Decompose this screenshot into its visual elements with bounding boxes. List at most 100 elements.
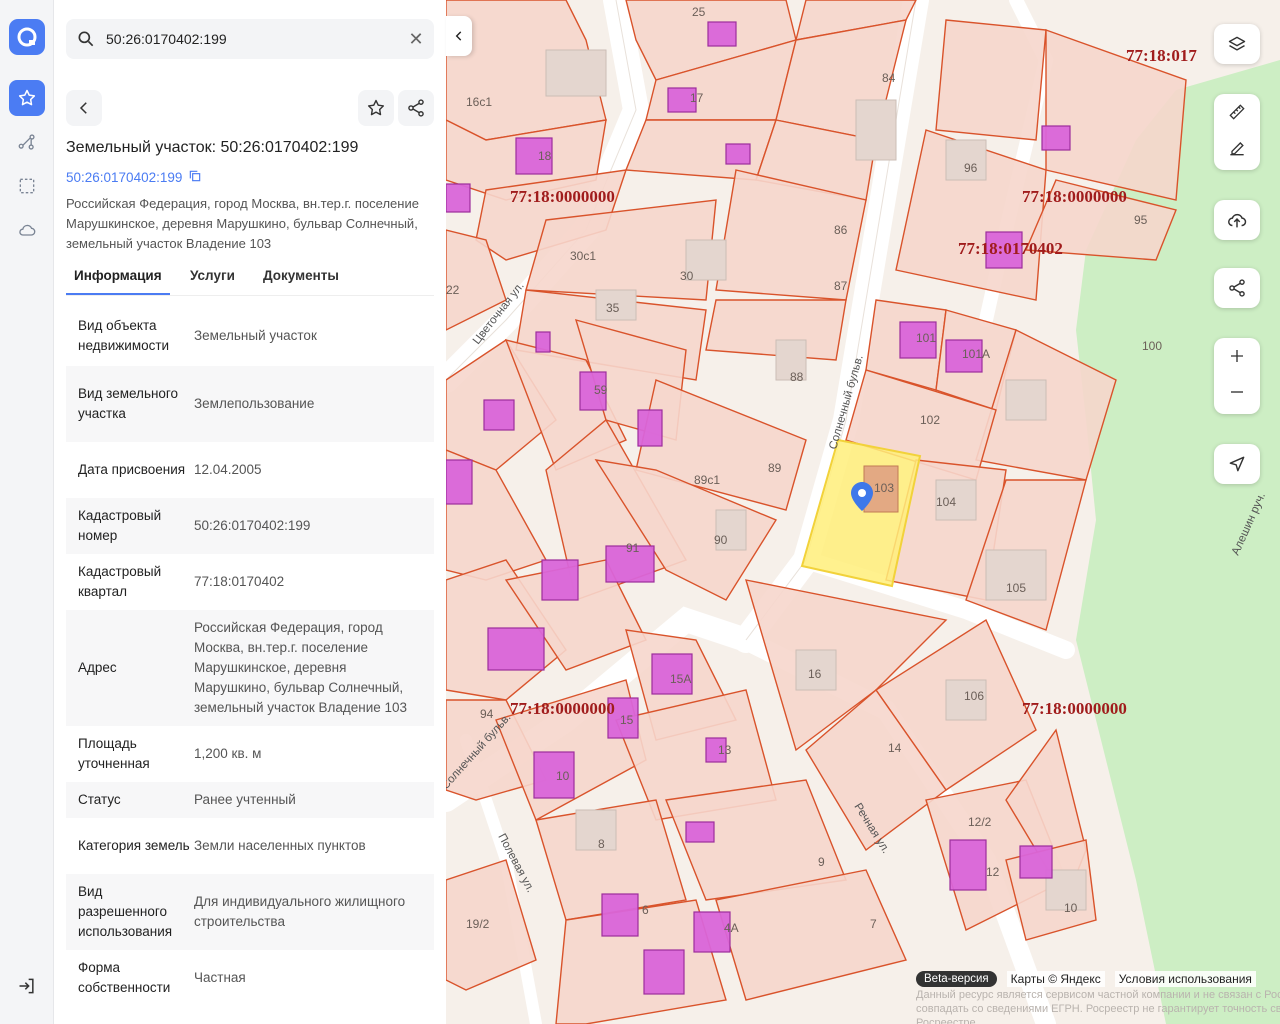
plot-label: 35 [606, 301, 620, 315]
info-row: Статус Ранее учтенный [66, 782, 434, 818]
info-key: Кадастровый квартал [78, 564, 162, 599]
geolocation-control [1214, 444, 1260, 484]
parcel [624, 119, 777, 181]
plot-label: 88 [790, 370, 804, 384]
plot-label: 9 [818, 855, 825, 869]
plot-label: 95 [1134, 213, 1148, 227]
info-row: Адрес Российская Федерация, город Москва,… [66, 610, 434, 726]
quarter-label: 77:18:0000000 [510, 699, 615, 718]
building [446, 459, 473, 505]
info-row: Площадь уточненная 1,200 кв. м [66, 726, 434, 782]
info-row: Категория земель Земли населенных пунктов [66, 818, 434, 874]
beta-badge: Beta-версия [916, 971, 997, 987]
plot-label: 6 [642, 903, 649, 917]
info-key: Адрес [78, 660, 117, 675]
tabs: Информация Услуги Документы [66, 262, 434, 296]
info-key: Площадь уточненная [78, 736, 150, 771]
layers-control [1214, 24, 1260, 64]
plot-label: 18 [538, 149, 552, 163]
plot-label: 4А [724, 921, 739, 935]
info-key: Статус [78, 792, 121, 807]
copy-icon[interactable] [188, 169, 202, 186]
cloud-upload-icon[interactable] [1214, 200, 1260, 240]
search-input[interactable] [106, 19, 396, 59]
share-icon[interactable] [1214, 268, 1260, 308]
info-key: Кадастровый номер [78, 508, 162, 543]
info-value: Земли населенных пунктов [194, 838, 366, 853]
plot-label: 89 [768, 461, 782, 475]
plot-label: 10 [556, 769, 570, 783]
route-nodes-icon[interactable] [9, 124, 45, 160]
building [643, 949, 685, 995]
info-value: Частная [194, 970, 246, 985]
quarter-label: 77:18:017 [1126, 46, 1197, 65]
select-area-icon[interactable] [9, 168, 45, 204]
measure-edit-control [1214, 94, 1260, 170]
info-value: 12.04.2005 [194, 462, 262, 477]
plot-label: 94 [480, 707, 494, 721]
zoom-control [1214, 338, 1260, 414]
plot-label: 12 [986, 865, 1000, 879]
map-canvas[interactable]: 25 84 16с1 17 18 96 95 86 30с1 30 87 35 … [446, 0, 1280, 1024]
upload-control [1214, 200, 1260, 240]
share-map-control [1214, 268, 1260, 308]
quarter-label: 77:18:0170402 [958, 239, 1063, 258]
plot-label: 8 [598, 837, 605, 851]
plot-label: 13 [718, 743, 732, 757]
info-key: Дата присвоения [78, 462, 186, 477]
building [535, 331, 551, 353]
plot-label: 104 [936, 495, 956, 509]
building [483, 399, 515, 431]
plot-label: 91 [626, 541, 640, 555]
address-text: Российская Федерация, город Москва, вн.т… [66, 196, 419, 251]
plot-label: 59 [594, 383, 608, 397]
building [1019, 845, 1053, 879]
layers-icon[interactable] [1214, 24, 1260, 64]
map-footer: Beta-версия Карты © Яндекс Условия испол… [916, 970, 1256, 988]
cadastral-number-link[interactable]: 50:26:0170402:199 [66, 169, 202, 186]
tab-documents[interactable]: Документы [263, 268, 339, 283]
building [1005, 379, 1047, 421]
cadastral-number-text[interactable]: 50:26:0170402:199 [66, 170, 182, 185]
plot-label: 86 [834, 223, 848, 237]
cloud-icon[interactable] [9, 212, 45, 248]
plot-label: 100 [1142, 339, 1162, 353]
share-button[interactable] [398, 90, 434, 126]
edit-icon[interactable] [1214, 130, 1260, 166]
zoom-out-icon[interactable] [1214, 374, 1260, 410]
tab-services[interactable]: Услуги [190, 268, 235, 283]
plot-label: 10 [1064, 901, 1078, 915]
info-value: Для индивидуального жилищного строительс… [194, 894, 406, 929]
plot-label: 16 [808, 667, 822, 681]
info-row: Вид объекта недвижимости Земельный участо… [66, 306, 434, 366]
search-icon [76, 29, 96, 54]
building [707, 21, 737, 47]
tab-information[interactable]: Информация [74, 268, 162, 283]
plot-label: 30 [680, 269, 694, 283]
building [685, 821, 715, 843]
terms-of-use-link[interactable]: Условия использования [1114, 971, 1256, 987]
info-value: 77:18:0170402 [194, 574, 285, 589]
building [855, 99, 897, 161]
info-key: Вид земельного участка [78, 386, 179, 421]
collapse-panel-button[interactable] [446, 16, 472, 56]
back-button[interactable] [66, 90, 102, 126]
logout-icon[interactable] [9, 968, 45, 1004]
building [575, 809, 617, 851]
plot-label: 101А [962, 347, 990, 361]
info-row: Кадастровый номер 50:26:0170402:199 [66, 498, 434, 554]
plot-label: 14 [888, 741, 902, 755]
favorite-star-button[interactable] [358, 90, 394, 126]
favorites-star-icon[interactable] [9, 80, 45, 116]
navigation-arrow-icon[interactable] [1214, 444, 1260, 484]
yandex-maps-attribution[interactable]: Карты © Яндекс [1006, 971, 1105, 987]
plot-label: 7 [870, 917, 877, 931]
ruler-icon[interactable] [1214, 94, 1260, 130]
info-key: Категория земель [78, 838, 190, 853]
building [1041, 125, 1071, 151]
app-logo-icon[interactable] [9, 19, 45, 55]
info-key: Вид разрешенного использования [78, 884, 173, 939]
map-svg[interactable]: 25 84 16с1 17 18 96 95 86 30с1 30 87 35 … [446, 0, 1280, 1024]
zoom-in-icon[interactable] [1214, 338, 1260, 374]
clear-search-icon[interactable]: ✕ [406, 29, 426, 49]
